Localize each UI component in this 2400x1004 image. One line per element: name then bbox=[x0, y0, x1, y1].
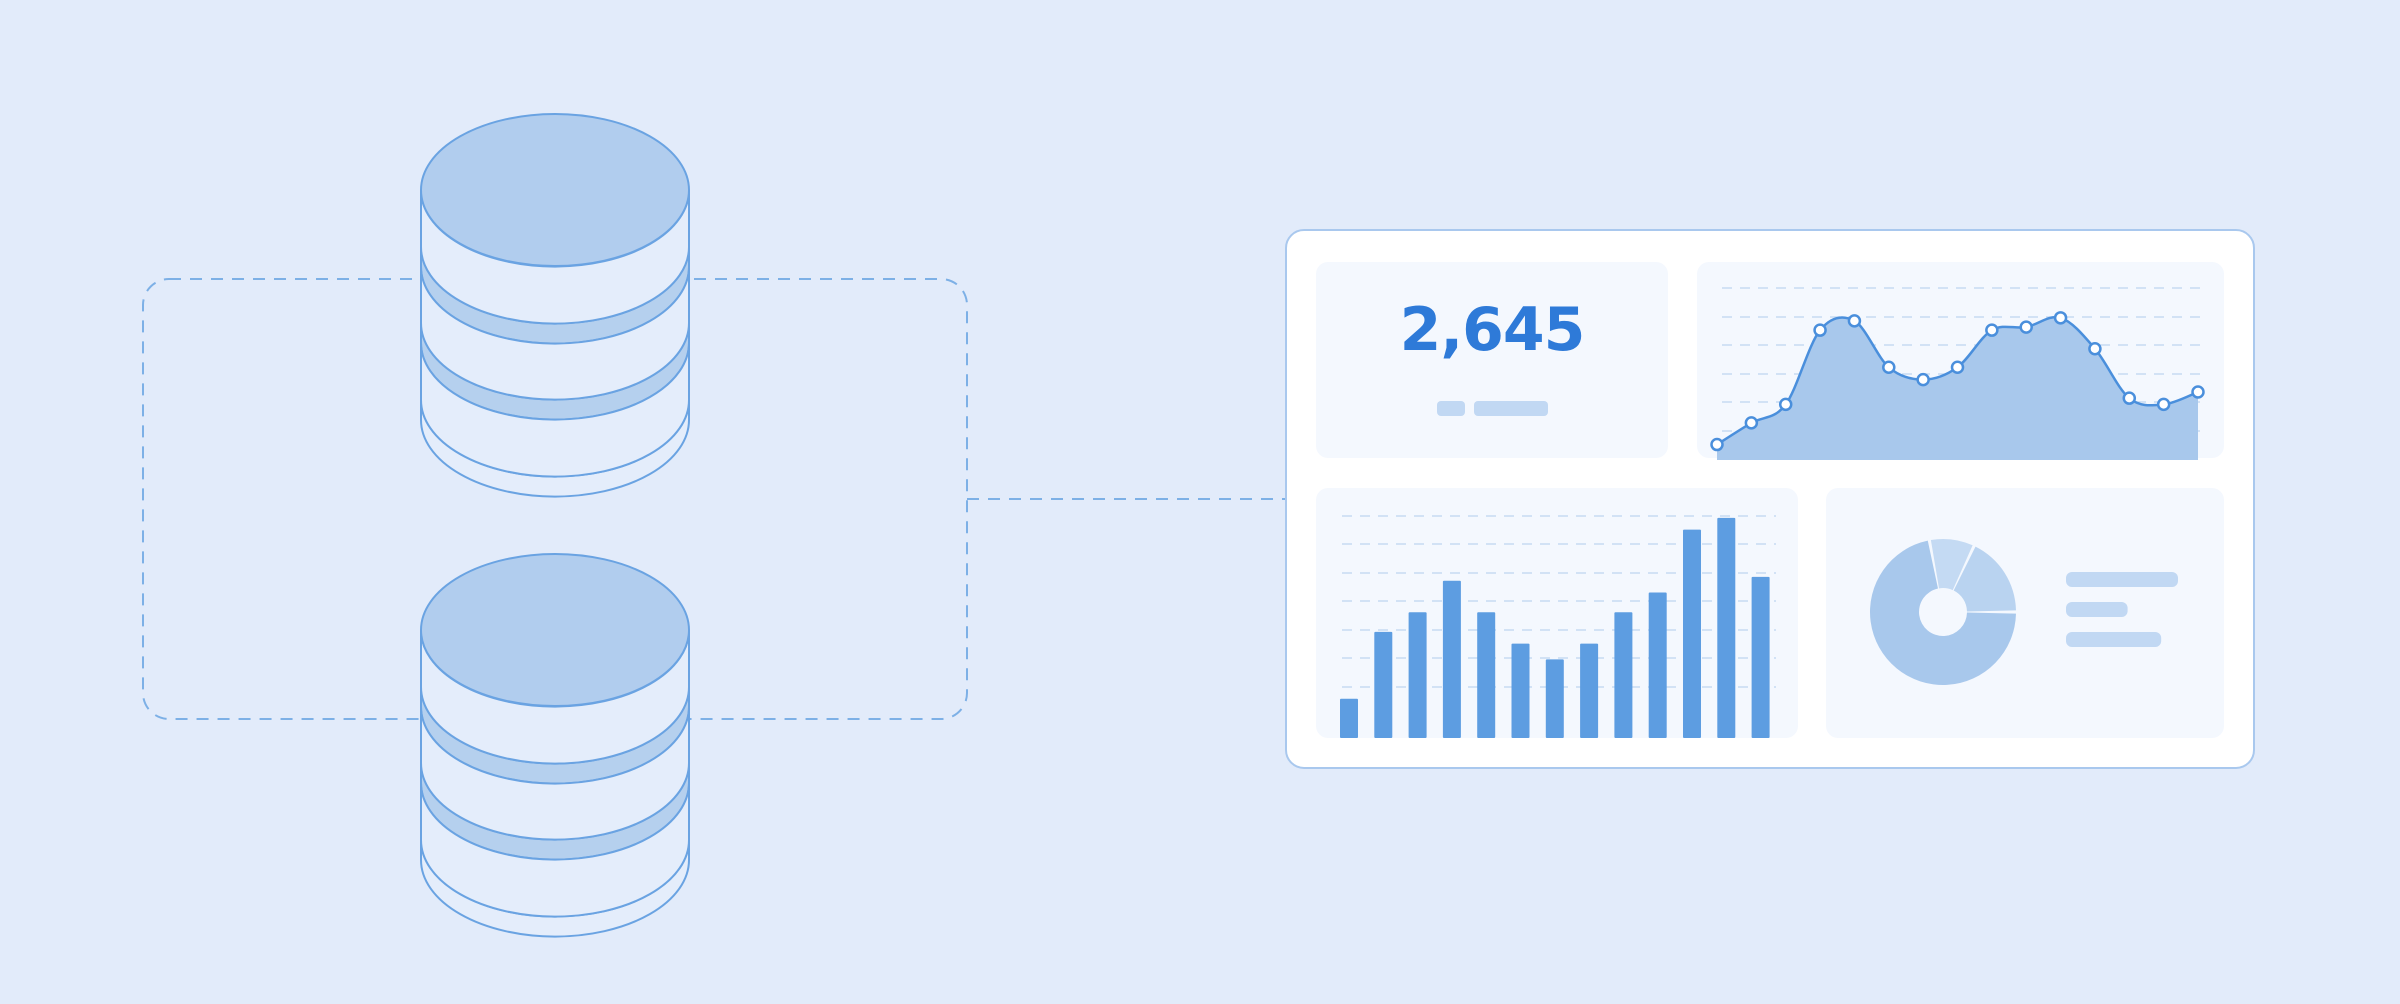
bar-4 bbox=[1477, 612, 1496, 738]
line-point-9 bbox=[2019, 320, 2033, 334]
line-point-5 bbox=[1882, 360, 1896, 375]
scene-canvas bbox=[142, 113, 2255, 938]
database-bottom-icon bbox=[420, 553, 690, 938]
legend-line-2 bbox=[2066, 632, 2162, 647]
bar-3 bbox=[1442, 580, 1461, 738]
bar-11 bbox=[1717, 517, 1736, 738]
line-point-1 bbox=[1744, 416, 1759, 430]
line-point-0 bbox=[1710, 437, 1724, 452]
bar-7 bbox=[1580, 643, 1599, 738]
kpi-value: 2,645 bbox=[1399, 295, 1586, 365]
legend-line-1 bbox=[2066, 602, 2128, 617]
bar-5 bbox=[1511, 643, 1530, 738]
database-top-icon bbox=[420, 113, 690, 498]
bar-6 bbox=[1545, 659, 1564, 738]
line-point-10 bbox=[2053, 311, 2068, 325]
line-point-12 bbox=[2122, 391, 2137, 405]
legend-line-0 bbox=[2066, 572, 2178, 587]
line-point-4 bbox=[1847, 314, 1862, 328]
line-point-3 bbox=[1813, 323, 1827, 337]
bar-12 bbox=[1751, 576, 1770, 738]
bar-2 bbox=[1408, 612, 1427, 738]
line-point-2 bbox=[1778, 397, 1793, 412]
illustration-stage: 2,645 bbox=[0, 0, 2400, 1000]
line-point-7 bbox=[1950, 360, 1965, 375]
line-point-8 bbox=[1985, 323, 1999, 337]
kpi-sublabel-placeholder bbox=[1474, 401, 1548, 416]
bar-1 bbox=[1374, 631, 1393, 738]
line-point-6 bbox=[1916, 372, 1930, 387]
bar-10 bbox=[1683, 529, 1701, 738]
bar-8 bbox=[1614, 612, 1633, 738]
line-point-13 bbox=[2156, 397, 2171, 412]
kpi-label-placeholder bbox=[1437, 401, 1465, 416]
bar-0 bbox=[1340, 698, 1358, 738]
line-point-14 bbox=[2191, 385, 2205, 399]
bar-9 bbox=[1648, 592, 1667, 738]
line-point-11 bbox=[2088, 341, 2102, 356]
